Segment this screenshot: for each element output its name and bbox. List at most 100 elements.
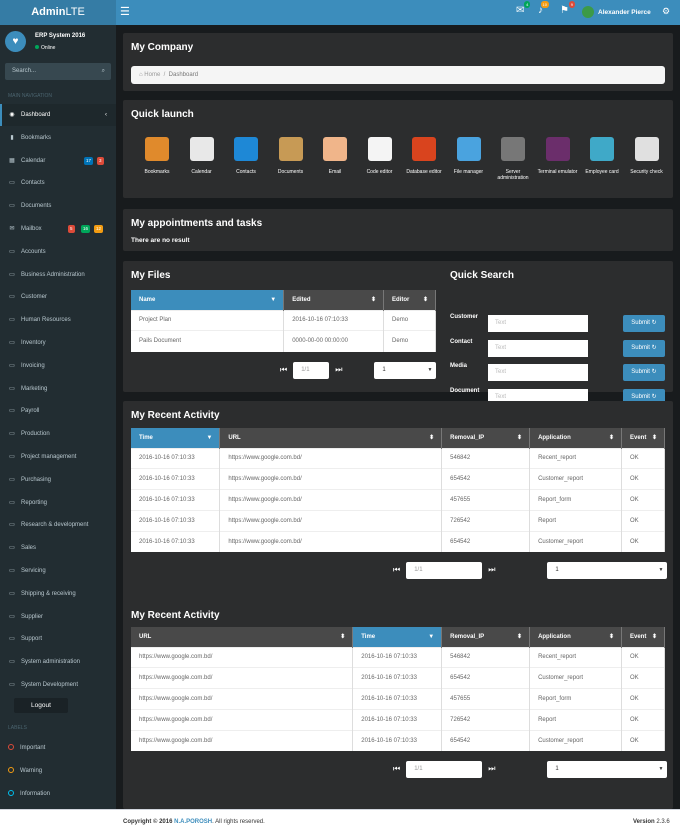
- sidebar-item-bookmarks[interactable]: ▮ Bookmarks: [0, 127, 116, 149]
- user-menu[interactable]: Alexander Pierce: [582, 6, 651, 18]
- column-header-name[interactable]: Name ▼: [131, 290, 285, 310]
- quick-search-customer-input[interactable]: Text: [488, 315, 588, 332]
- column-header-time[interactable]: Time ▼: [352, 627, 443, 647]
- launch-employee-card[interactable]: Employee card: [582, 137, 622, 175]
- first-page-icon[interactable]: ⏮: [393, 565, 400, 575]
- table-row[interactable]: https://www.google.com.bd/2016-10-16 07:…: [131, 646, 666, 668]
- sidebar-item-support[interactable]: ▭ Support: [0, 628, 116, 650]
- files-table: Name ▼ Edited ⬍ Editor ⬍ Project Plan 2016-10-1…: [131, 290, 436, 352]
- sidebar-item-research-development[interactable]: ▭ Research & development: [0, 514, 116, 536]
- bell-icon[interactable]: ♪ 10: [538, 1, 549, 16]
- brand-logo[interactable]: AdminLTE: [0, 0, 116, 25]
- sidebar-item-project-management[interactable]: ▭ Project management: [0, 446, 116, 468]
- page-input[interactable]: 1/1: [406, 561, 483, 579]
- page-size-select[interactable]: 1 ▼: [547, 561, 668, 579]
- page-size-select[interactable]: 1 ▼: [374, 361, 437, 379]
- submit-button[interactable]: Submit ↻: [623, 339, 665, 357]
- table-row[interactable]: Project Plan 2016-10-16 07:10:33 Demo: [131, 309, 436, 331]
- sidebar-item-payroll[interactable]: ▭ Payroll: [0, 400, 116, 422]
- sidebar-item-supplier[interactable]: ▭ Supplier: [0, 606, 116, 628]
- sidebar-item-system-development[interactable]: ▭ System Development: [0, 674, 116, 696]
- launch-bookmarks[interactable]: Bookmarks: [137, 137, 177, 175]
- sidebar-item-business-administration[interactable]: ▭ Business Administration: [0, 264, 116, 286]
- table-row[interactable]: https://www.google.com.bd/2016-10-16 07:…: [131, 708, 666, 731]
- launch-documents[interactable]: Documents: [271, 137, 311, 175]
- last-page-icon[interactable]: ⏭: [488, 565, 495, 575]
- page-size-select[interactable]: 1 ▼: [547, 760, 668, 778]
- last-page-icon[interactable]: ⏭: [335, 365, 342, 375]
- sidebar-item-marketing[interactable]: ▭ Marketing: [0, 378, 116, 400]
- column-header-editor[interactable]: Editor ⬍: [383, 290, 436, 310]
- submit-button[interactable]: Submit ↻: [623, 315, 665, 332]
- sidebar-item-sales[interactable]: ▭ Sales: [0, 537, 116, 559]
- launch-database[interactable]: Database editor: [404, 137, 444, 175]
- author-link[interactable]: N.A.POROSH: [174, 819, 212, 825]
- column-header-removal-ip[interactable]: Removal_IP ⬍: [441, 627, 531, 647]
- quick-search-media-input[interactable]: Text: [488, 364, 588, 381]
- launch-terminal[interactable]: Terminal emulator: [538, 137, 578, 175]
- bookmark-icon: ▮: [10, 134, 14, 141]
- sidebar-item-system-administration[interactable]: ▭ System administration: [0, 651, 116, 673]
- launch-server[interactable]: Server administration: [493, 137, 533, 181]
- table-row[interactable]: 2016-10-16 07:10:33 https://www.google.co…: [131, 530, 666, 552]
- sidebar-item-reporting[interactable]: ▭ Reporting: [0, 492, 116, 514]
- sidebar-item-inventory[interactable]: ▭ Inventory: [0, 332, 116, 354]
- search-icon[interactable]: ⌕: [102, 63, 105, 80]
- flag-icon[interactable]: ⚑ 9: [560, 1, 575, 16]
- column-header-event[interactable]: Event ⬍: [621, 428, 666, 448]
- first-page-icon[interactable]: ⏮: [393, 764, 400, 774]
- submit-button[interactable]: Submit ↻: [623, 364, 665, 381]
- logout-button[interactable]: Logout: [14, 698, 68, 713]
- sidebar-item-contacts[interactable]: ▭ Contacts: [0, 172, 116, 194]
- table-row[interactable]: 2016-10-16 07:10:33 https://www.google.co…: [131, 489, 666, 511]
- quick-search-contact-input[interactable]: Text: [488, 339, 588, 357]
- column-header-application[interactable]: Application ⬍: [529, 428, 622, 448]
- launch-calendar[interactable]: Calendar: [182, 137, 222, 175]
- mail-icon[interactable]: ✉ 4: [516, 1, 531, 16]
- breadcrumb-home[interactable]: Home: [144, 72, 160, 78]
- sidebar-item-shipping-receiving[interactable]: ▭ Shipping & receiving: [0, 583, 116, 605]
- table-row[interactable]: 2016-10-16 07:10:33 https://www.google.co…: [131, 447, 666, 469]
- table-row[interactable]: 2016-10-16 07:10:33 https://www.google.co…: [131, 509, 666, 532]
- sidebar-item-human-resources[interactable]: ▭ Human Resources: [0, 309, 116, 331]
- column-header-edited[interactable]: Edited ⬍: [283, 290, 385, 310]
- sidebar-item-mailbox[interactable]: ✉ Mailbox 5 16 12: [0, 218, 116, 240]
- column-header-time[interactable]: Time ▼: [131, 428, 221, 448]
- column-header-url[interactable]: URL ⬍: [131, 627, 354, 647]
- label-item-warning[interactable]: Warning: [0, 760, 116, 782]
- launch-contacts[interactable]: Contacts: [226, 137, 266, 175]
- last-page-icon[interactable]: ⏭: [488, 764, 495, 774]
- sidebar-item-dashboard[interactable]: ◉ Dashboard ‹: [0, 104, 116, 126]
- table-row[interactable]: https://www.google.com.bd/2016-10-16 07:…: [131, 667, 666, 689]
- sidebar-item-production[interactable]: ▭ Production: [0, 423, 116, 445]
- launch-security[interactable]: Security check: [627, 137, 667, 175]
- launch-code-editor[interactable]: Code editor: [360, 137, 400, 175]
- sidebar-item-documents[interactable]: ▭ Documents: [0, 195, 116, 217]
- table-row[interactable]: https://www.google.com.bd/2016-10-16 07:…: [131, 729, 666, 751]
- sidebar-item-invoicing[interactable]: ▭ Invoicing: [0, 355, 116, 377]
- refresh-icon: ↻: [651, 344, 657, 351]
- launch-email[interactable]: Email: [315, 137, 355, 175]
- column-header-application[interactable]: Application ⬍: [529, 627, 622, 647]
- table-row[interactable]: Pails Document 0000-00-00 00:00:00 Demo: [131, 330, 436, 352]
- table-row[interactable]: 2016-10-16 07:10:33 https://www.google.co…: [131, 468, 666, 490]
- company-title: My Company: [131, 42, 194, 53]
- sidebar-item-calendar[interactable]: ▦ Calendar 17 3: [0, 150, 116, 172]
- sidebar-item-accounts[interactable]: ▭ Accounts: [0, 241, 116, 263]
- first-page-icon[interactable]: ⏮: [280, 365, 287, 375]
- menu-toggle-icon[interactable]: ☰: [120, 0, 130, 25]
- label-item-information[interactable]: Information: [0, 783, 116, 805]
- sidebar-item-customer[interactable]: ▭ Customer: [0, 286, 116, 308]
- column-header-url[interactable]: URL ⬍: [219, 428, 443, 448]
- column-header-removal-ip[interactable]: Removal_IP ⬍: [441, 428, 531, 448]
- launch-file-manager[interactable]: File manager: [449, 137, 489, 175]
- column-header-event[interactable]: Event ⬍: [621, 627, 666, 647]
- gears-icon[interactable]: ⚙: [662, 6, 670, 17]
- sidebar-search-input[interactable]: Search... ⌕: [5, 63, 111, 80]
- sidebar-item-servicing[interactable]: ▭ Servicing: [0, 560, 116, 582]
- label-item-important[interactable]: Important: [0, 737, 116, 759]
- page-input[interactable]: 1/1: [293, 361, 330, 379]
- table-row[interactable]: https://www.google.com.bd/2016-10-16 07:…: [131, 688, 666, 710]
- sidebar-item-purchasing[interactable]: ▭ Purchasing: [0, 469, 116, 491]
- page-input[interactable]: 1/1: [406, 760, 483, 778]
